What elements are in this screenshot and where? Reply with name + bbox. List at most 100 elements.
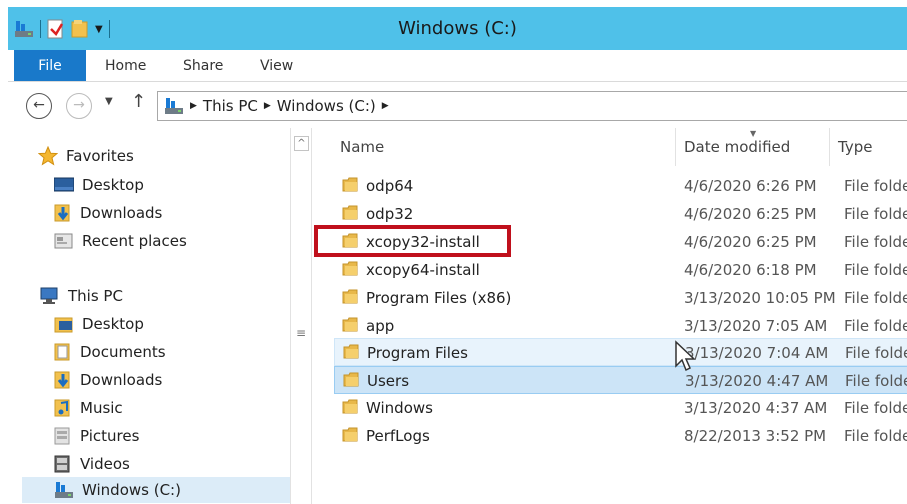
breadcrumb-separator-icon[interactable]: ▶ <box>264 101 271 111</box>
star-icon <box>38 146 58 166</box>
date-modified: 4/6/2020 6:25 PM <box>684 233 817 251</box>
tab-home[interactable]: Home <box>105 50 146 82</box>
folder-icon <box>342 176 358 196</box>
name-cell: PerfLogs <box>342 424 430 448</box>
table-row[interactable]: Program Files 3/13/2020 7:04 AM File fol… <box>334 338 907 366</box>
this-pc-icon <box>165 98 183 114</box>
nav-scrollbar[interactable]: ^ ≡ <box>290 128 312 504</box>
recent-locations-dropdown[interactable]: ▼ <box>105 96 113 107</box>
nav-pc-music[interactable]: Music <box>54 395 123 421</box>
file-name: PerfLogs <box>366 427 430 445</box>
file-name: xcopy64-install <box>366 261 480 279</box>
nav-pc-windows-c[interactable]: Windows (C:) <box>22 477 290 503</box>
file-type: File folde <box>844 233 907 251</box>
downloads-icon <box>54 204 70 222</box>
file-name: app <box>366 317 395 335</box>
title-bar: ▼ Windows (C:) <box>8 7 907 50</box>
nav-label: Pictures <box>80 427 140 445</box>
column-header-type[interactable]: Type <box>830 128 907 166</box>
back-button[interactable]: ← <box>26 93 52 119</box>
nav-label: Desktop <box>82 176 144 194</box>
file-name: odp64 <box>366 177 414 195</box>
computer-icon <box>40 287 58 304</box>
breadcrumb: ▶ This PC ▶ Windows (C:) ▶ <box>164 97 389 115</box>
up-button[interactable]: ↑ <box>131 91 146 112</box>
nav-pc-pictures[interactable]: Pictures <box>54 423 139 449</box>
date-modified: 3/13/2020 7:05 AM <box>684 317 828 335</box>
nav-label: Downloads <box>80 204 163 222</box>
table-row[interactable]: Users 3/13/2020 4:47 AM File folde <box>334 366 907 394</box>
nav-label: Documents <box>80 343 166 361</box>
name-cell: odp32 <box>342 202 413 226</box>
nav-pc-videos[interactable]: Videos <box>54 451 130 477</box>
date-modified: 3/13/2020 7:04 AM <box>685 344 829 362</box>
nav-label: Downloads <box>80 371 163 389</box>
nav-pc-downloads[interactable]: Downloads <box>54 367 162 393</box>
table-row[interactable]: xcopy64-install 4/6/2020 6:18 PM File fo… <box>334 256 907 284</box>
file-type: File folde <box>844 399 907 417</box>
date-modified: 4/6/2020 6:26 PM <box>684 177 817 195</box>
date-modified: 3/13/2020 4:47 AM <box>685 372 829 390</box>
nav-favorites[interactable]: Favorites <box>38 143 134 169</box>
drive-icon <box>55 482 73 498</box>
nav-pc-desktop[interactable]: Desktop <box>54 311 144 337</box>
file-name: Users <box>367 372 410 390</box>
file-name: Windows <box>366 399 433 417</box>
name-cell: Users <box>343 369 409 393</box>
folder-icon <box>342 426 358 446</box>
folder-icon <box>342 398 358 418</box>
nav-fav-desktop[interactable]: Desktop <box>54 172 144 198</box>
nav-fav-downloads[interactable]: Downloads <box>54 200 162 226</box>
column-header-row: Name Date modified Type ▼ <box>318 128 907 166</box>
desktop-folder-icon <box>54 317 73 333</box>
nav-label: Music <box>80 399 123 417</box>
file-type: File folde <box>845 372 907 390</box>
downloads-icon <box>54 371 70 389</box>
annotation-highlight-box <box>314 225 511 257</box>
scroll-up-button[interactable]: ^ <box>294 136 309 151</box>
nav-label: Favorites <box>66 147 134 165</box>
date-modified: 4/6/2020 6:18 PM <box>684 261 817 279</box>
file-name: Program Files <box>367 344 468 362</box>
tab-file[interactable]: File <box>14 50 86 81</box>
tab-share[interactable]: Share <box>183 50 223 82</box>
breadcrumb-separator-icon[interactable]: ▶ <box>382 101 389 111</box>
nav-label: This PC <box>68 287 123 305</box>
column-header-name[interactable]: Name <box>332 128 676 166</box>
nav-fav-recent-places[interactable]: Recent places <box>54 228 187 254</box>
table-row[interactable]: Windows 3/13/2020 4:37 AM File folde <box>334 394 907 422</box>
table-row[interactable]: odp64 4/6/2020 6:26 PM File folde <box>334 172 907 200</box>
nav-this-pc[interactable]: This PC <box>38 283 123 309</box>
file-type: File folde <box>844 177 907 195</box>
folder-icon <box>343 371 359 391</box>
date-modified: 3/13/2020 4:37 AM <box>684 399 828 417</box>
file-name: odp32 <box>366 205 414 223</box>
name-cell: xcopy64-install <box>342 258 480 282</box>
breadcrumb-windows-c[interactable]: Windows (C:) <box>277 97 376 115</box>
folder-icon <box>342 288 358 308</box>
breadcrumb-separator-icon[interactable]: ▶ <box>190 101 197 111</box>
file-type: File folde <box>844 317 907 335</box>
scroll-grip-icon[interactable]: ≡ <box>296 326 306 340</box>
file-name: Program Files (x86) <box>366 289 512 307</box>
name-cell: odp64 <box>342 174 413 198</box>
tab-view[interactable]: View <box>260 50 293 82</box>
name-cell: Program Files (x86) <box>342 286 511 310</box>
table-row[interactable]: PerfLogs 8/22/2013 3:52 PM File folde <box>334 422 907 450</box>
table-row[interactable]: Program Files (x86) 3/13/2020 10:05 PM F… <box>334 284 907 312</box>
arrow-left-icon: ← <box>33 97 45 113</box>
file-type: File folde <box>844 427 907 445</box>
forward-button[interactable]: → <box>66 93 92 119</box>
ribbon-tabs: File Home Share View <box>8 50 907 82</box>
pictures-icon <box>54 427 70 445</box>
nav-label: Desktop <box>82 315 144 333</box>
address-bar[interactable]: ▶ This PC ▶ Windows (C:) ▶ <box>157 91 907 121</box>
folder-icon <box>342 204 358 224</box>
table-row[interactable]: odp32 4/6/2020 6:25 PM File folde <box>334 200 907 228</box>
file-type: File folde <box>845 344 907 362</box>
table-row[interactable]: app 3/13/2020 7:05 AM File folde <box>334 312 907 340</box>
breadcrumb-this-pc[interactable]: This PC <box>203 97 258 115</box>
nav-pc-documents[interactable]: Documents <box>54 339 166 365</box>
cropped-caption-strip <box>0 0 907 7</box>
name-cell: Program Files <box>343 341 468 365</box>
